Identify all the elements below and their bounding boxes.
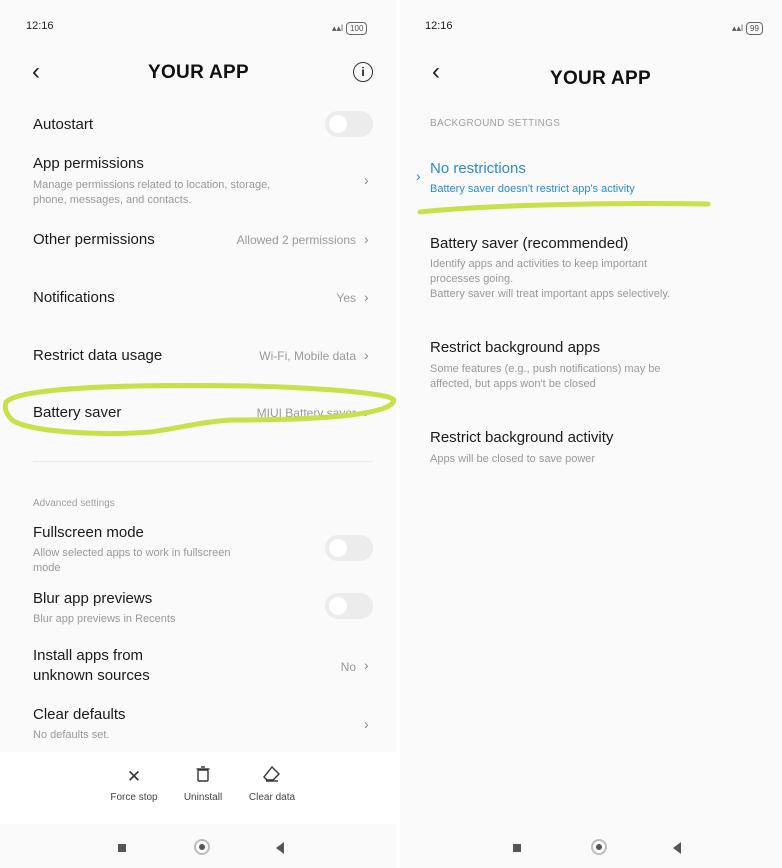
divider <box>33 461 373 462</box>
background-settings-label: BACKGROUND SETTINGS <box>430 118 561 129</box>
chevron-right-icon: › <box>364 231 369 247</box>
fullscreen-label: Fullscreen mode <box>33 524 144 541</box>
battery-icon: 99 <box>746 22 763 35</box>
autostart-toggle[interactable] <box>325 111 373 137</box>
restrict-bg-apps-desc-1: Some features (e.g., push notifications)… <box>430 363 661 375</box>
clear-defaults-label: Clear defaults <box>33 706 126 723</box>
eraser-icon <box>237 765 307 788</box>
close-icon: ✕ <box>126 767 142 786</box>
home-circle-icon[interactable] <box>194 839 210 855</box>
right-screen: 12:16 ▴▴l 99 ‹ YOUR APP BACKGROUND SETTIN… <box>400 0 782 868</box>
battery-saver-desc-2: processes going. <box>430 273 514 285</box>
other-permissions-label: Other permissions <box>33 231 155 248</box>
status-indicators: ▴▴l 100 <box>332 22 368 35</box>
restrict-bg-apps-desc-2: affected, but apps won't be closed <box>430 378 596 390</box>
no-restrictions-label: No restrictions <box>430 160 526 177</box>
chevron-right-icon: › <box>364 289 369 305</box>
back-chevron-icon[interactable]: ‹ <box>432 60 440 84</box>
underline-annotation <box>417 200 711 215</box>
install-unknown-label-1: Install apps from <box>33 647 144 664</box>
selected-chevron-icon: › <box>416 168 421 184</box>
fullscreen-desc-1: Allow selected apps to work in fullscree… <box>33 547 231 559</box>
chevron-right-icon: › <box>364 716 369 732</box>
advanced-settings-label: Advanced settings <box>33 498 115 509</box>
force-stop-button[interactable]: ✕ Force stop <box>99 766 169 803</box>
restrict-bg-activity-label: Restrict background activity <box>430 429 614 446</box>
notifications-label: Notifications <box>33 289 115 306</box>
trash-icon <box>168 766 238 788</box>
chevron-right-icon: › <box>364 657 369 673</box>
back-triangle-icon[interactable] <box>673 842 681 854</box>
battery-saver-label: Battery saver <box>33 404 122 421</box>
app-permissions-label: App permissions <box>33 155 144 172</box>
status-time: 12:16 <box>425 20 453 32</box>
chevron-right-icon: › <box>364 172 369 188</box>
restrict-bg-apps-label: Restrict background apps <box>430 339 601 356</box>
other-permissions-value: Allowed 2 permissions <box>236 233 356 247</box>
battery-saver-recommended-label: Battery saver (recommended) <box>430 235 629 252</box>
restrict-bg-activity-desc: Apps will be closed to save power <box>430 453 596 465</box>
battery-saver-desc-1: Identify apps and activities to keep imp… <box>430 258 648 270</box>
restrict-data-label: Restrict data usage <box>33 347 163 364</box>
autostart-label: Autostart <box>33 116 94 133</box>
recents-square-icon[interactable] <box>118 844 126 852</box>
install-unknown-label-2: unknown sources <box>33 667 150 684</box>
nav-bar <box>0 826 396 868</box>
nav-bar <box>400 826 782 868</box>
back-triangle-icon[interactable] <box>276 842 284 854</box>
status-time: 12:16 <box>26 20 54 32</box>
signal-icon: ▴▴l <box>332 23 344 33</box>
app-permissions-desc-2: phone, messages, and contacts. <box>33 194 192 206</box>
battery-saver-desc-3: Battery saver will treat important apps … <box>430 288 671 300</box>
page-title: YOUR APP <box>550 68 651 89</box>
clear-data-button[interactable]: Clear data <box>237 765 307 803</box>
info-icon[interactable]: i <box>353 62 373 82</box>
no-restrictions-desc: Battery saver doesn't restrict app's act… <box>430 183 635 195</box>
battery-saver-value: MIUI Battery saver <box>256 406 356 420</box>
install-unknown-value: No <box>340 660 356 674</box>
home-circle-icon[interactable] <box>591 839 607 855</box>
uninstall-label: Uninstall <box>183 792 223 803</box>
fullscreen-toggle[interactable] <box>325 535 373 561</box>
chevron-right-icon: › <box>364 347 369 363</box>
blur-previews-toggle[interactable] <box>325 593 373 619</box>
left-screen: 12:16 ▴▴l 100 ‹ YOUR APP i Autostart App … <box>0 0 396 868</box>
clear-defaults-desc: No defaults set. <box>33 729 110 741</box>
app-permissions-desc-1: Manage permissions related to location, … <box>33 179 271 191</box>
blur-previews-label: Blur app previews <box>33 590 153 607</box>
bottom-action-bar: ✕ Force stop Uninstall Clear data <box>0 752 396 824</box>
blur-previews-desc: Blur app previews in Recents <box>33 613 176 625</box>
signal-icon: ▴▴l <box>732 23 744 33</box>
status-indicators: ▴▴l 99 <box>732 22 763 35</box>
back-chevron-icon[interactable]: ‹ <box>32 60 40 84</box>
page-title: YOUR APP <box>148 62 249 83</box>
recents-square-icon[interactable] <box>513 844 521 852</box>
uninstall-button[interactable]: Uninstall <box>168 766 238 803</box>
notifications-value: Yes <box>336 291 356 305</box>
fullscreen-desc-2: mode <box>33 562 61 574</box>
chevron-right-icon: › <box>364 404 369 420</box>
force-stop-label: Force stop <box>110 792 158 803</box>
battery-icon: 100 <box>346 22 368 35</box>
restrict-data-value: Wi-Fi, Mobile data <box>259 349 356 363</box>
clear-data-label: Clear data <box>248 792 296 803</box>
